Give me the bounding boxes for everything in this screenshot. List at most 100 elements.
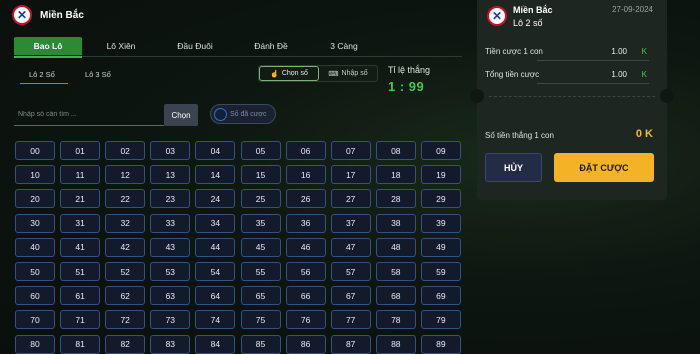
number-cell-81[interactable]: 81 xyxy=(60,334,101,354)
number-cell-00[interactable]: 00 xyxy=(15,141,55,160)
number-cell-87[interactable]: 87 xyxy=(330,334,371,354)
number-cell-27[interactable]: 27 xyxy=(330,189,371,209)
number-cell-17[interactable]: 17 xyxy=(330,165,371,185)
number-cell-12[interactable]: 12 xyxy=(105,165,146,185)
number-cell-31[interactable]: 31 xyxy=(60,213,101,233)
number-cell-80[interactable]: 80 xyxy=(15,334,55,354)
number-cell-46[interactable]: 46 xyxy=(285,237,326,257)
number-cell-57[interactable]: 57 xyxy=(330,262,371,281)
number-cell-36[interactable]: 36 xyxy=(285,213,326,233)
number-cell-70[interactable]: 70 xyxy=(15,310,55,330)
tab-dau-duoi[interactable]: Đầu Đuôi xyxy=(164,37,226,55)
number-cell-07[interactable]: 07 xyxy=(330,141,371,160)
tab-lo-xien[interactable]: Lô Xiên xyxy=(92,37,150,55)
stake-value[interactable]: 1.00 xyxy=(611,47,627,56)
number-cell-45[interactable]: 45 xyxy=(240,237,281,257)
cancel-button[interactable]: HỦY xyxy=(485,153,542,182)
number-cell-74[interactable]: 74 xyxy=(195,310,236,330)
number-cell-01[interactable]: 01 xyxy=(60,141,101,160)
number-cell-73[interactable]: 73 xyxy=(150,310,191,330)
place-bet-button[interactable]: ĐẶT CƯỢC xyxy=(554,153,654,182)
tab-bao-lo[interactable]: Bao Lô xyxy=(14,37,82,55)
number-cell-41[interactable]: 41 xyxy=(60,237,101,257)
number-cell-26[interactable]: 26 xyxy=(285,189,326,209)
number-cell-14[interactable]: 14 xyxy=(195,165,236,185)
number-cell-11[interactable]: 11 xyxy=(60,165,101,185)
number-cell-58[interactable]: 58 xyxy=(375,262,416,281)
number-cell-88[interactable]: 88 xyxy=(375,334,416,354)
number-cell-59[interactable]: 59 xyxy=(420,262,461,281)
subtab-lo-3-so[interactable]: Lô 3 Số xyxy=(85,70,111,79)
number-cell-79[interactable]: 79 xyxy=(420,310,461,330)
number-cell-50[interactable]: 50 xyxy=(15,262,55,281)
number-cell-25[interactable]: 25 xyxy=(240,189,281,209)
number-cell-61[interactable]: 61 xyxy=(60,286,101,306)
number-cell-68[interactable]: 68 xyxy=(375,286,416,306)
number-cell-62[interactable]: 62 xyxy=(105,286,146,306)
number-cell-54[interactable]: 54 xyxy=(195,262,236,281)
number-search-input[interactable] xyxy=(14,104,164,126)
number-cell-28[interactable]: 28 xyxy=(375,189,416,209)
number-cell-89[interactable]: 89 xyxy=(420,334,461,354)
number-cell-34[interactable]: 34 xyxy=(195,213,236,233)
number-cell-69[interactable]: 69 xyxy=(420,286,461,306)
number-cell-33[interactable]: 33 xyxy=(150,213,191,233)
number-cell-40[interactable]: 40 xyxy=(15,237,55,257)
number-cell-77[interactable]: 77 xyxy=(330,310,371,330)
number-cell-42[interactable]: 42 xyxy=(105,237,146,257)
tab-danh-de[interactable]: Đánh Đề xyxy=(240,37,302,55)
number-cell-55[interactable]: 55 xyxy=(240,262,281,281)
number-cell-32[interactable]: 32 xyxy=(105,213,146,233)
number-cell-03[interactable]: 03 xyxy=(150,141,191,160)
number-cell-83[interactable]: 83 xyxy=(150,334,191,354)
number-cell-64[interactable]: 64 xyxy=(195,286,236,306)
choose-number-mode-button[interactable]: ☝ Chọn số xyxy=(259,66,319,81)
number-cell-53[interactable]: 53 xyxy=(150,262,191,281)
number-cell-85[interactable]: 85 xyxy=(240,334,281,354)
number-cell-71[interactable]: 71 xyxy=(60,310,101,330)
number-cell-65[interactable]: 65 xyxy=(240,286,281,306)
number-cell-51[interactable]: 51 xyxy=(60,262,101,281)
number-cell-10[interactable]: 10 xyxy=(15,165,55,185)
choose-button[interactable]: Chọn xyxy=(164,104,198,126)
number-cell-43[interactable]: 43 xyxy=(150,237,191,257)
number-cell-29[interactable]: 29 xyxy=(420,189,461,209)
number-cell-05[interactable]: 05 xyxy=(240,141,281,160)
number-cell-04[interactable]: 04 xyxy=(195,141,236,160)
number-cell-49[interactable]: 49 xyxy=(420,237,461,257)
number-cell-15[interactable]: 15 xyxy=(240,165,281,185)
number-cell-09[interactable]: 09 xyxy=(420,141,461,160)
number-cell-30[interactable]: 30 xyxy=(15,213,55,233)
number-cell-18[interactable]: 18 xyxy=(375,165,416,185)
number-cell-37[interactable]: 37 xyxy=(330,213,371,233)
number-cell-66[interactable]: 66 xyxy=(285,286,326,306)
number-cell-19[interactable]: 19 xyxy=(420,165,461,185)
subtab-lo-2-so[interactable]: Lô 2 Số xyxy=(29,70,55,79)
number-cell-76[interactable]: 76 xyxy=(285,310,326,330)
number-cell-60[interactable]: 60 xyxy=(15,286,55,306)
number-cell-48[interactable]: 48 xyxy=(375,237,416,257)
enter-number-mode-button[interactable]: ⌨ Nhập số xyxy=(319,66,377,81)
number-cell-52[interactable]: 52 xyxy=(105,262,146,281)
number-cell-72[interactable]: 72 xyxy=(105,310,146,330)
number-cell-63[interactable]: 63 xyxy=(150,286,191,306)
bet-numbers-toggle[interactable]: Số đã cược xyxy=(210,104,276,124)
number-cell-44[interactable]: 44 xyxy=(195,237,236,257)
number-cell-84[interactable]: 84 xyxy=(195,334,236,354)
number-cell-22[interactable]: 22 xyxy=(105,189,146,209)
tab-3-cang[interactable]: 3 Càng xyxy=(314,37,374,55)
number-cell-23[interactable]: 23 xyxy=(150,189,191,209)
number-cell-47[interactable]: 47 xyxy=(330,237,371,257)
number-cell-82[interactable]: 82 xyxy=(105,334,146,354)
number-cell-08[interactable]: 08 xyxy=(375,141,416,160)
number-cell-35[interactable]: 35 xyxy=(240,213,281,233)
number-cell-56[interactable]: 56 xyxy=(285,262,326,281)
number-cell-06[interactable]: 06 xyxy=(285,141,326,160)
number-cell-75[interactable]: 75 xyxy=(240,310,281,330)
number-cell-02[interactable]: 02 xyxy=(105,141,146,160)
number-cell-13[interactable]: 13 xyxy=(150,165,191,185)
number-cell-20[interactable]: 20 xyxy=(15,189,55,209)
number-cell-38[interactable]: 38 xyxy=(375,213,416,233)
number-cell-24[interactable]: 24 xyxy=(195,189,236,209)
number-cell-21[interactable]: 21 xyxy=(60,189,101,209)
